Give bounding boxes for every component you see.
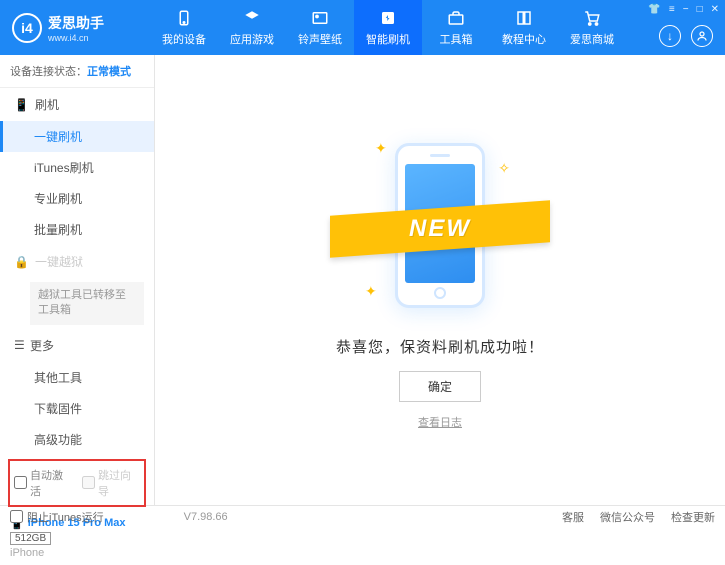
minimize-icon[interactable]: − [683, 4, 689, 15]
menu-icon[interactable]: ≡ [669, 4, 675, 15]
device-type: iPhone [10, 547, 144, 559]
section-jailbreak: 🔒一键越狱 [0, 245, 154, 278]
lock-icon: 🔒 [14, 255, 29, 269]
book-icon [514, 8, 534, 28]
logo-area: i4 爱思助手 www.i4.cn [0, 13, 150, 43]
maximize-icon[interactable]: □ [697, 4, 703, 15]
ok-button[interactable]: 确定 [399, 371, 481, 402]
image-icon [310, 8, 330, 28]
skin-icon[interactable]: 👕 [648, 4, 660, 15]
list-icon: ☰ [14, 338, 24, 352]
view-log-link[interactable]: 查看日志 [418, 414, 462, 430]
flash-icon [378, 8, 398, 28]
section-flash[interactable]: 📱刷机 [0, 88, 154, 121]
success-illustration: ✦ ✧ ✦ NEW [355, 130, 525, 320]
logo-icon: i4 [12, 13, 42, 43]
nav-store[interactable]: 爱思商城 [558, 0, 626, 55]
nav-toolbox[interactable]: 工具箱 [422, 0, 490, 55]
sidebar-item-oneclick[interactable]: 一键刷机 [0, 121, 154, 152]
device-icon [174, 8, 194, 28]
nav-tutorials[interactable]: 教程中心 [490, 0, 558, 55]
close-icon[interactable]: ✕ [711, 4, 719, 15]
sidebar-item-batch[interactable]: 批量刷机 [0, 214, 154, 245]
window-controls: 👕 ≡ − □ ✕ [648, 4, 719, 15]
wechat-link[interactable]: 微信公众号 [600, 509, 655, 525]
app-url: www.i4.cn [48, 33, 104, 43]
user-button[interactable] [691, 25, 713, 47]
sidebar-item-advanced[interactable]: 高级功能 [0, 424, 154, 455]
nav-ringtones[interactable]: 铃声壁纸 [286, 0, 354, 55]
main-content: ✦ ✧ ✦ NEW 恭喜您，保资料刷机成功啦！ 确定 查看日志 [155, 55, 725, 505]
sidebar-item-pro[interactable]: 专业刷机 [0, 183, 154, 214]
new-banner: NEW [330, 200, 550, 257]
sidebar-item-other[interactable]: 其他工具 [0, 362, 154, 393]
connection-status: 设备连接状态：正常模式 [0, 55, 154, 88]
success-message: 恭喜您，保资料刷机成功啦！ [336, 336, 544, 357]
nav-apps[interactable]: 应用游戏 [218, 0, 286, 55]
sidebar-item-firmware[interactable]: 下载固件 [0, 393, 154, 424]
nav-flash[interactable]: 智能刷机 [354, 0, 422, 55]
top-nav: 我的设备 应用游戏 铃声壁纸 智能刷机 工具箱 教程中心 爱思商城 [150, 0, 725, 55]
block-itunes-checkbox[interactable]: 阻止iTunes运行 [10, 509, 104, 525]
options-row: 自动激活 跳过向导 [8, 459, 146, 507]
storage-badge: 512GB [10, 532, 51, 545]
phone-icon: 📱 [14, 98, 29, 112]
check-update-link[interactable]: 检查更新 [671, 509, 715, 525]
version-label: V7.98.66 [184, 511, 228, 523]
skip-guide-checkbox[interactable]: 跳过向导 [82, 467, 140, 499]
auto-activate-checkbox[interactable]: 自动激活 [14, 467, 72, 499]
support-link[interactable]: 客服 [562, 509, 584, 525]
nav-my-device[interactable]: 我的设备 [150, 0, 218, 55]
apps-icon [242, 8, 262, 28]
sidebar: 设备连接状态：正常模式 📱刷机 一键刷机 iTunes刷机 专业刷机 批量刷机 … [0, 55, 155, 505]
jailbreak-note: 越狱工具已转移至工具箱 [30, 282, 144, 325]
app-header: i4 爱思助手 www.i4.cn 我的设备 应用游戏 铃声壁纸 智能刷机 工具… [0, 0, 725, 55]
download-button[interactable]: ↓ [659, 25, 681, 47]
toolbox-icon [446, 8, 466, 28]
cart-icon [582, 8, 602, 28]
sidebar-item-itunes[interactable]: iTunes刷机 [0, 152, 154, 183]
app-title: 爱思助手 [48, 13, 104, 33]
section-more[interactable]: ☰更多 [0, 329, 154, 362]
